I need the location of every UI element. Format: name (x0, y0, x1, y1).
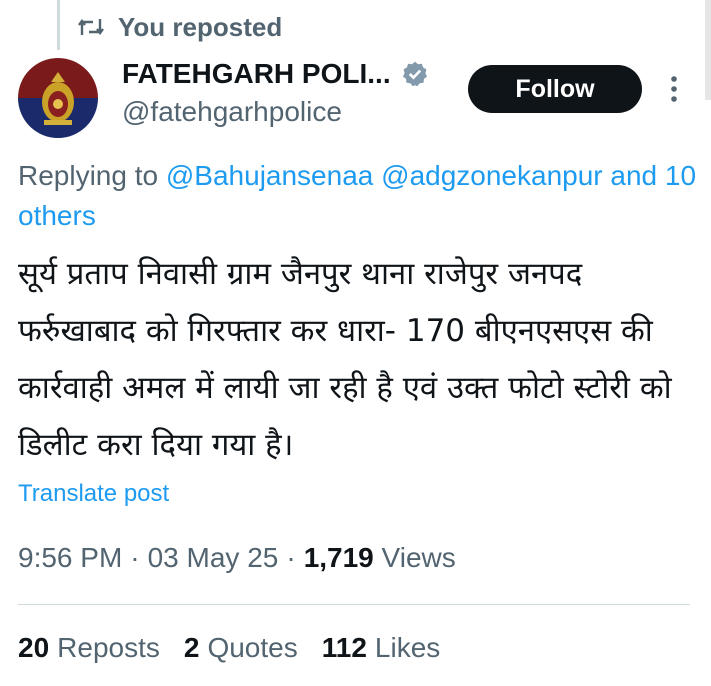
replying-to-label: Replying to (18, 160, 159, 191)
tweet-meta: 9:56 PM · 03 May 25 · 1,719 Views (18, 542, 456, 574)
views-label: Views (381, 542, 456, 573)
author-display-name[interactable]: FATEHGARH POLI... (122, 58, 391, 90)
tweet-page: You reposted FATEHGARH POLI... @fatehgar… (0, 0, 711, 686)
views-count: 1,719 (303, 542, 374, 573)
tweet-date[interactable]: 03 May 25 (148, 542, 279, 574)
likes-count: 112 (321, 632, 367, 663)
mention-link[interactable]: @adgzonekanpur (381, 160, 602, 191)
more-options-button[interactable] (662, 74, 686, 104)
mention-link[interactable]: @Bahujansenaa (166, 160, 373, 191)
meta-separator: · (130, 542, 140, 573)
reposts-label: Reposts (57, 632, 160, 663)
author-name-row: FATEHGARH POLI... (122, 58, 429, 90)
likes-label: Likes (374, 632, 441, 663)
verified-badge-icon (402, 61, 427, 87)
avatar[interactable] (18, 58, 98, 138)
follow-button[interactable]: Follow (468, 65, 642, 113)
more-vertical-icon (671, 76, 677, 102)
quotes-label: Quotes (207, 632, 298, 663)
divider (18, 604, 690, 605)
author-handle[interactable]: @fatehgarhpolice (122, 96, 342, 128)
police-emblem-icon (18, 58, 98, 138)
scrollbar[interactable] (705, 0, 711, 100)
likes-stat[interactable]: 112 Likes (322, 632, 441, 664)
reposts-count: 20 (18, 632, 50, 663)
engagement-stats: 20 Reposts 2 Quotes 112 Likes (18, 632, 440, 664)
quotes-count: 2 (183, 632, 200, 663)
meta-separator: · (286, 542, 296, 573)
replying-to: Replying to @Bahujansenaa @adgzonekanpur… (18, 156, 708, 236)
quotes-stat[interactable]: 2 Quotes (184, 632, 298, 664)
thread-line (57, 0, 60, 50)
repost-icon (78, 19, 104, 35)
tweet-time[interactable]: 9:56 PM (18, 542, 122, 574)
repost-context[interactable]: You reposted (78, 12, 282, 42)
translate-post-link[interactable]: Translate post (18, 480, 169, 508)
mention-conjunction[interactable]: and (610, 160, 657, 191)
repost-label: You reposted (118, 11, 283, 42)
reposts-stat[interactable]: 20 Reposts (18, 632, 160, 664)
tweet-text: सूर्य प्रताप निवासी ग्राम जैनपुर थाना रा… (18, 256, 672, 463)
